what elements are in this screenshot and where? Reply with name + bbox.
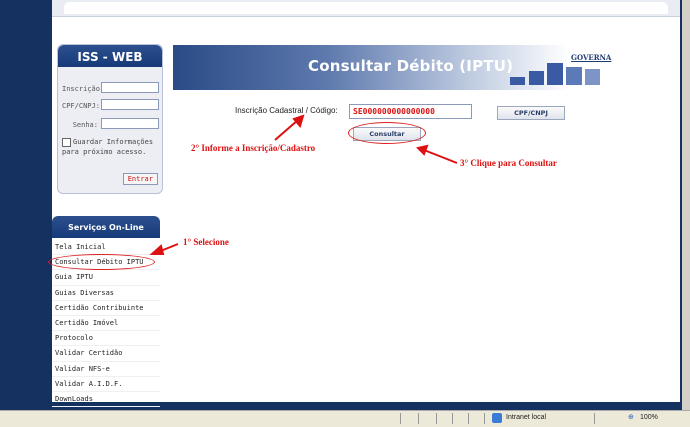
menu-item-certidao-imovel[interactable]: Certidão Imóvel	[52, 316, 160, 332]
cpf-row: CPF/CNPJ:	[62, 99, 159, 110]
inscricao-label: Inscrição:	[62, 85, 105, 93]
inscricao-cadastral-label: Inscrição Cadastral / Código:	[235, 106, 338, 115]
step3-annotation: 3° Clique para Consultar	[460, 158, 557, 168]
senha-row: Senha:	[62, 118, 159, 129]
cpf-input[interactable]	[101, 99, 159, 110]
remember-checkbox-row: Guardar Informações para próximo acesso.	[62, 137, 162, 157]
senha-label: Senha:	[72, 121, 98, 129]
cpf-cnpj-button[interactable]: CPF/CNPJ	[497, 106, 565, 120]
remember-checkbox[interactable]	[62, 137, 71, 147]
menu-item-validar-aidf[interactable]: Validar A.I.D.F.	[52, 377, 160, 392]
menu-item-tela-inicial[interactable]: Tela Inicial	[52, 240, 160, 256]
zone-icon	[492, 413, 502, 423]
login-panel: ISS - WEB Inscrição: CPF/CNPJ: Senha: Gu…	[57, 44, 163, 194]
login-title: ISS - WEB	[58, 45, 162, 67]
menu-item-validar-certidao[interactable]: Validar Certidão	[52, 346, 160, 362]
top-bar	[52, 0, 680, 17]
remember-label: Guardar Informações para próximo acesso.	[62, 138, 154, 156]
page-banner: Consultar Débito (IPTU) GOVERNA	[173, 45, 613, 90]
inscricao-row: Inscrição:	[62, 82, 159, 93]
cpf-label: CPF/CNPJ:	[62, 102, 100, 110]
page: ISS - WEB Inscrição: CPF/CNPJ: Senha: Gu…	[48, 0, 680, 408]
inscricao-cadastral-input[interactable]: SE000000000000000	[349, 104, 472, 119]
zone-label: Intranet local	[506, 414, 547, 421]
status-bar: Intranet local ⊕ 100%	[0, 410, 690, 427]
vertical-scrollbar[interactable]	[682, 0, 690, 410]
menu-item-validar-nfse[interactable]: Validar NFS-e	[52, 362, 160, 377]
zoom-icon[interactable]: ⊕	[628, 413, 634, 421]
zoom-level[interactable]: 100%	[640, 414, 658, 421]
enter-button[interactable]: Entrar	[122, 173, 158, 185]
menu-highlight	[48, 254, 155, 270]
step2-annotation: 2° Informe a Inscrição/Cadastro	[191, 143, 316, 153]
menu-item-downloads[interactable]: DownLoads	[52, 392, 160, 408]
services-title: Serviços On-Line	[52, 216, 160, 238]
menu-item-certidao-contribuinte[interactable]: Certidão Contribuinte	[52, 301, 160, 316]
menu-item-guias-diversas[interactable]: Guias Diversas	[52, 286, 160, 301]
page-title: Consultar Débito (IPTU)	[308, 57, 514, 75]
inscricao-input[interactable]	[101, 82, 159, 93]
senha-input[interactable]	[101, 118, 159, 129]
step1-annotation: 1° Selecione	[183, 237, 229, 247]
governa-logo: GOVERNA	[571, 53, 612, 62]
menu-item-guia-iptu[interactable]: Guia IPTU	[52, 270, 160, 286]
consultar-highlight	[348, 122, 426, 144]
menu-item-protocolo[interactable]: Protocolo	[52, 331, 160, 347]
